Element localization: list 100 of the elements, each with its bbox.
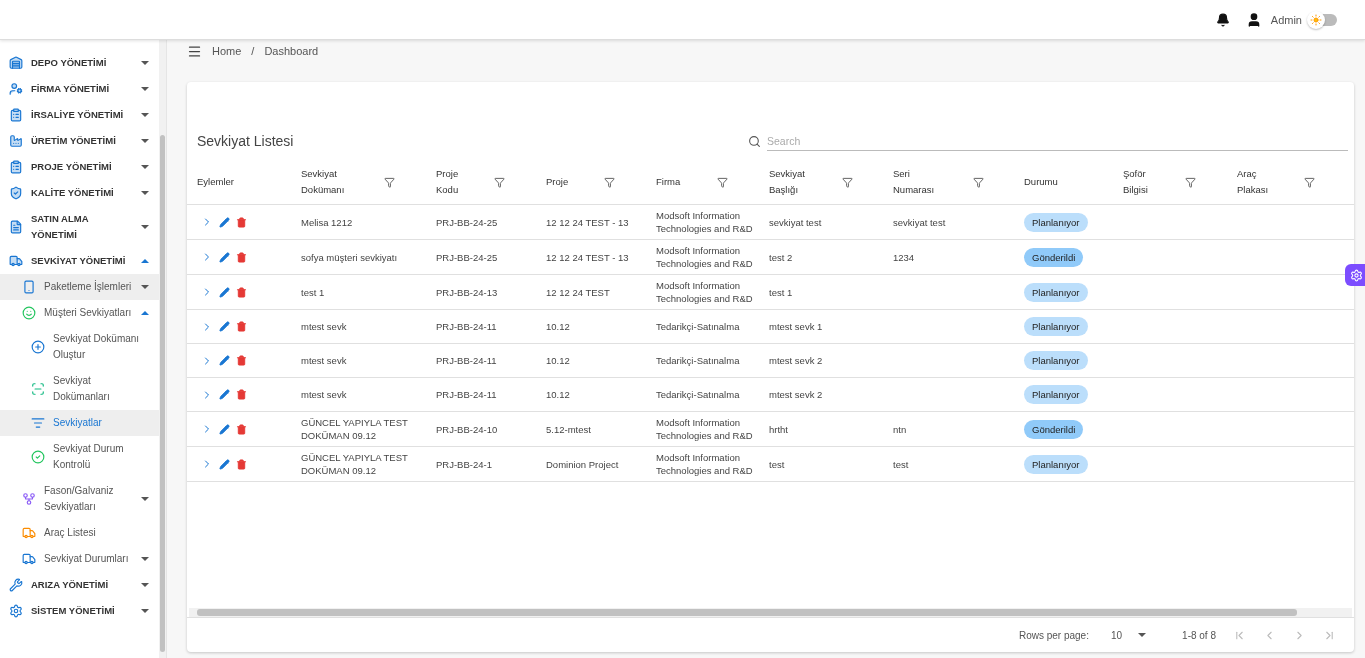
- settings-button[interactable]: [1345, 264, 1365, 286]
- column-header: Durumu: [1024, 175, 1059, 189]
- table-cell-text: Modsoft Information Technologies and R&D: [656, 279, 754, 306]
- table-cell-text: PRJ-BB-24-25: [436, 215, 499, 230]
- table-cell-text: 5.12-mtest: [546, 422, 592, 437]
- edit-icon[interactable]: [219, 251, 230, 263]
- truck-icon: [9, 254, 23, 268]
- table-cell-text: Modsoft Information Technologies and R&D: [656, 244, 754, 271]
- status-badge: Planlanıyor: [1024, 317, 1088, 336]
- filter-icon[interactable]: [494, 176, 505, 188]
- table-cell-text: Tedarikçi-Satınalma: [656, 388, 741, 402]
- sidebar-item[interactable]: KALİTE YÖNETİMİ: [0, 180, 159, 206]
- table-cell-text: mtest sevk 1: [769, 320, 824, 334]
- caret-icon: [141, 113, 149, 117]
- status-badge: Planlanıyor: [1024, 351, 1088, 370]
- table-title: Sevkiyat Listesi: [197, 133, 294, 149]
- table-cell-text: hrtht: [769, 422, 789, 437]
- user-name: Admin: [1270, 13, 1302, 26]
- sidebar-item[interactable]: SEVKİYAT YÖNETİMİ: [0, 248, 159, 274]
- sidebar-item[interactable]: DEPO YÖNETİMİ: [0, 50, 159, 76]
- sun-icon: [1310, 13, 1322, 26]
- table-cell-text: mtest sevk: [301, 388, 348, 402]
- sidebar-item[interactable]: FİRMA YÖNETİMİ: [0, 76, 159, 102]
- warehouse-icon: [9, 56, 23, 70]
- table-cell-text: sevkiyat test: [769, 215, 823, 230]
- edit-icon[interactable]: [219, 423, 230, 435]
- table-cell-text: 10.12: [546, 388, 571, 402]
- edit-icon[interactable]: [219, 355, 230, 366]
- sidebar-item[interactable]: ÜRETİM YÖNETİMİ: [0, 128, 159, 154]
- sidebar-item[interactable]: SATIN ALMA YÖNETİMİ: [0, 206, 159, 248]
- delete-icon[interactable]: [236, 423, 247, 435]
- sidebar-scrollbar[interactable]: [159, 40, 166, 658]
- filter-icon[interactable]: [1304, 176, 1315, 188]
- sidebar-item[interactable]: İRSALİYE YÖNETİMİ: [0, 102, 159, 128]
- delete-icon[interactable]: [236, 321, 247, 332]
- column-header: Şoför Bilgisi: [1123, 167, 1149, 197]
- table-cell-text: 12 12 24 TEST - 13: [546, 215, 630, 230]
- wrench-icon: [9, 578, 23, 592]
- table-cell-text: test 1: [769, 285, 794, 300]
- edit-icon[interactable]: [219, 458, 230, 470]
- status-badge: Gönderildi: [1024, 419, 1084, 439]
- status-badge: Planlanıyor: [1024, 282, 1088, 302]
- delete-icon[interactable]: [236, 251, 247, 263]
- sidebar-item[interactable]: ARIZA YÖNETİMİ: [0, 572, 159, 598]
- caret-icon: [141, 61, 149, 65]
- filter-icon[interactable]: [1185, 176, 1196, 188]
- breadcrumb-link[interactable]: Home: [212, 45, 242, 57]
- notification-bell-icon[interactable]: [1215, 12, 1230, 27]
- sidebar-item[interactable]: Sevkiyat Dokümanları: [0, 368, 159, 410]
- edit-icon[interactable]: [219, 321, 230, 332]
- edit-icon[interactable]: [219, 286, 230, 298]
- delete-icon[interactable]: [236, 216, 247, 228]
- delete-icon[interactable]: [236, 389, 247, 400]
- table-cell-text: test: [893, 457, 910, 472]
- page-range: 1-8 of 8: [1182, 629, 1216, 641]
- sidebar-item[interactable]: Sevkiyat Durumları: [0, 546, 159, 572]
- table-cell-text: sofya müşteri sevkiyatı: [301, 250, 399, 265]
- delete-icon[interactable]: [236, 286, 247, 298]
- sidebar-item[interactable]: Fason/Galvaniz Sevkiyatları: [0, 478, 159, 520]
- list-icon: [31, 416, 45, 430]
- sidebar-item[interactable]: PROJE YÖNETİMİ: [0, 154, 159, 180]
- breadcrumb-link[interactable]: Dashboard: [264, 45, 319, 57]
- sidebar-item[interactable]: Sevkiyat Durum Kontrolü: [0, 436, 159, 478]
- menu-icon[interactable]: [187, 43, 202, 59]
- search-field[interactable]: Search: [767, 131, 1348, 151]
- clipboard-icon: [9, 108, 23, 122]
- sidebar-item[interactable]: Sevkiyatlar: [0, 410, 159, 436]
- table-cell-text: GÜNCEL YAPIYLA TEST DOKÜMAN 09.12: [301, 416, 409, 443]
- filter-icon[interactable]: [973, 176, 984, 188]
- column-header: Eylemler: [197, 175, 235, 189]
- delete-icon[interactable]: [236, 355, 247, 366]
- rows-per-page-select[interactable]: 10: [1110, 629, 1147, 641]
- caret-icon: [141, 311, 149, 315]
- user-gear-icon: [9, 82, 23, 96]
- search-icon: [748, 134, 761, 148]
- sidebar-item[interactable]: Müşteri Sevkiyatları: [0, 300, 159, 326]
- filter-icon[interactable]: [604, 176, 615, 188]
- delete-icon[interactable]: [236, 458, 247, 470]
- sidebar-item[interactable]: Paketleme İşlemleri: [0, 274, 159, 300]
- filter-icon[interactable]: [842, 176, 853, 188]
- scan-icon: [31, 382, 45, 396]
- table-cell-text: Tedarikçi-Satınalma: [656, 320, 741, 334]
- sidebar-item[interactable]: Sevkiyat Dokümanı Oluştur: [0, 326, 159, 368]
- truck-icon: [22, 526, 36, 540]
- table-cell-text: mtest sevk 2: [769, 354, 824, 368]
- caret-icon: [141, 259, 149, 263]
- edit-icon[interactable]: [219, 216, 230, 228]
- column-header: Sevkiyat Başlığı: [769, 167, 806, 197]
- caret-icon: [141, 139, 149, 143]
- filter-icon[interactable]: [384, 176, 395, 188]
- horizontal-scrollbar[interactable]: [189, 608, 1352, 617]
- filter-icon[interactable]: [717, 176, 728, 188]
- table-cell-text: 12 12 24 TEST: [546, 285, 611, 300]
- table-cell-text: 12 12 24 TEST - 13: [546, 250, 630, 265]
- sidebar-item[interactable]: SİSTEM YÖNETİMİ: [0, 598, 159, 624]
- gear-icon: [1350, 268, 1363, 282]
- edit-icon[interactable]: [219, 389, 230, 400]
- table-cell-text: 10.12: [546, 354, 571, 368]
- table-cell-text: PRJ-BB-24-11: [436, 354, 498, 368]
- sidebar-item[interactable]: Araç Listesi: [0, 520, 159, 546]
